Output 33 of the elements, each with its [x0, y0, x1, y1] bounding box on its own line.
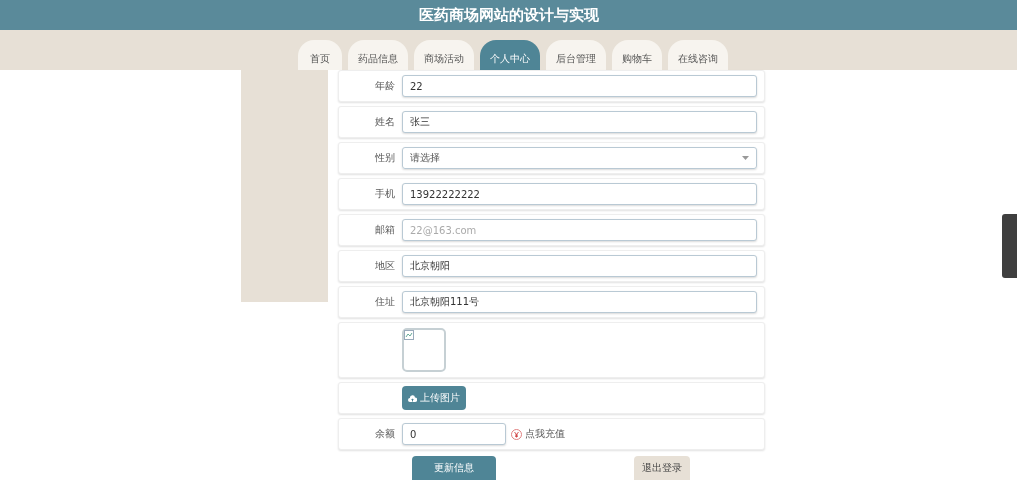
upload-button[interactable]: 上传图片	[402, 386, 466, 410]
action-button[interactable]: 更新信息	[412, 456, 496, 480]
field-label: 年龄	[374, 79, 396, 93]
cloud-upload-icon	[408, 394, 417, 402]
side-handle[interactable]	[1002, 214, 1017, 278]
field-label: 邮箱	[374, 223, 396, 237]
select-field[interactable]: 请选择	[402, 147, 757, 169]
caret-icon	[742, 156, 749, 160]
recharge-link[interactable]: 点我充值	[525, 427, 565, 441]
action-button[interactable]: 退出登录	[634, 456, 690, 480]
nav-tab[interactable]: 个人中心	[479, 40, 540, 70]
input-field[interactable]: 13922222222	[402, 183, 757, 205]
nav-tab[interactable]: 商场活动	[413, 40, 474, 70]
yen-icon	[511, 428, 522, 440]
nav-tab[interactable]: 后台管理	[545, 40, 606, 70]
nav-tab[interactable]: 药品信息	[347, 40, 408, 70]
site-title: 医药商场网站的设计与实现	[418, 5, 599, 25]
field-label: 性别	[374, 151, 396, 165]
field-label: 余额	[374, 427, 396, 441]
input-field[interactable]: 北京朝阳	[402, 255, 757, 277]
broken-image-icon	[404, 330, 414, 340]
input-field[interactable]: 22	[402, 75, 757, 97]
nav-tab[interactable]: 首页	[297, 40, 342, 70]
field-label: 姓名	[374, 115, 396, 129]
field-label: 地区	[374, 259, 396, 273]
field-label: 手机	[374, 187, 396, 201]
input-field[interactable]: 22@163.com	[402, 219, 757, 241]
input-field[interactable]: 0	[402, 423, 506, 445]
input-field[interactable]: 张三	[402, 111, 757, 133]
nav-tab[interactable]: 在线咨询	[667, 40, 728, 70]
input-field[interactable]: 北京朝阳111号	[402, 291, 757, 313]
field-label: 住址	[374, 295, 396, 309]
nav-tab[interactable]: 购物车	[611, 40, 662, 70]
